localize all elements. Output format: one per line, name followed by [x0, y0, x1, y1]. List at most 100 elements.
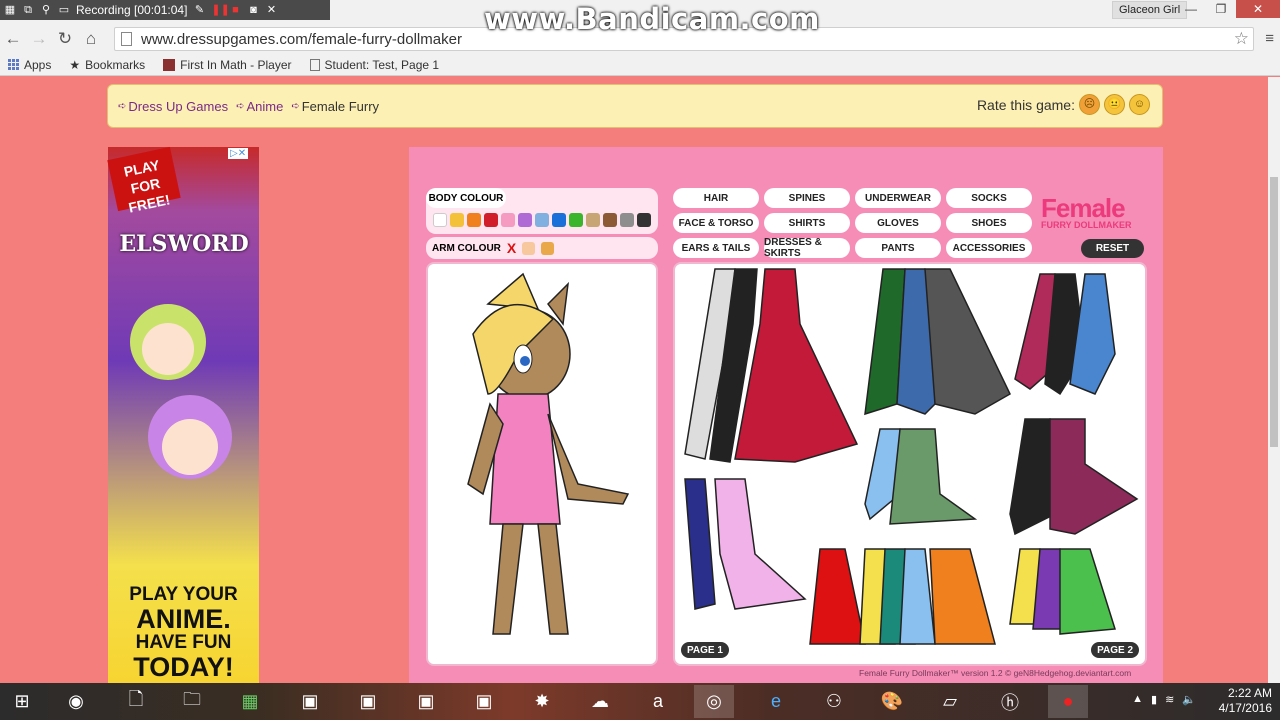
body-colour-swatch[interactable] [484, 213, 498, 227]
body-colour-swatch[interactable] [620, 213, 634, 227]
close-button[interactable]: ✕ [1236, 0, 1280, 18]
window-icon[interactable]: ▦ [4, 4, 16, 16]
body-colour-swatch[interactable] [467, 213, 481, 227]
arm-swatch[interactable] [522, 241, 536, 255]
camera-app-icon: ◉ [68, 691, 84, 711]
breadcrumb-anime[interactable]: Anime [246, 99, 283, 114]
taskbar-game-3[interactable]: ▣ [406, 685, 446, 718]
bookmark-first-in-math[interactable]: First In Math - Player [163, 58, 292, 72]
taskbar-paint[interactable]: 🎨 [872, 685, 912, 718]
rate-label: Rate this game: [976, 96, 1075, 113]
chrome-icon: ◎ [706, 691, 722, 711]
apps-icon [8, 59, 19, 70]
category-shoes[interactable]: SHOES [946, 213, 1032, 233]
page-2-button[interactable]: PAGE 2 [1091, 642, 1139, 658]
breadcrumb-dress-up-games[interactable]: Dress Up Games [128, 99, 228, 114]
bookmark-student[interactable]: Student: Test, Page 1 [309, 58, 439, 72]
category-ears-tails[interactable]: EARS & TAILS [673, 238, 759, 258]
taskbar-store[interactable]: ▦ [230, 685, 270, 718]
body-colour-swatch[interactable] [586, 213, 600, 227]
arm-colour-clear[interactable]: X [507, 240, 516, 256]
taskbar-app-book[interactable]: ▱ [930, 685, 970, 718]
bookmarks-bar: Apps ★ Bookmarks First In Math - Player S… [0, 54, 1280, 76]
taskbar-chrome[interactable]: ◎ [694, 685, 734, 718]
category-hair[interactable]: HAIR [673, 188, 759, 208]
advertisement[interactable]: PLAY FOR FREE! ELSWORD PLAY YOUR ANIME. … [107, 146, 259, 683]
category-dresses-skirts[interactable]: DRESSES & SKIRTS [764, 237, 850, 259]
home-icon[interactable]: ⌂ [78, 29, 104, 49]
wifi-icon[interactable]: ≋ [1165, 693, 1174, 706]
reload-icon[interactable]: ↻ [52, 29, 78, 49]
taskbar: ⊞ ◉ 🗋 🗀 ▦ ▣ ▣ ▣ ▣ ✸ ☁ a ◎ e ⚇ 🎨 ▱ ⓗ ● ▲ … [0, 683, 1280, 720]
body-colour-swatch[interactable] [518, 213, 532, 227]
taskbar-game-4[interactable]: ▣ [464, 685, 504, 718]
neutral-face-icon[interactable]: 😐 [1104, 94, 1125, 115]
volume-icon[interactable]: 🔈 [1182, 693, 1196, 706]
pencil-icon[interactable]: ✎ [193, 4, 205, 16]
search-icon[interactable]: ⚲ [40, 4, 52, 16]
close-recording-icon[interactable]: ✕ [265, 4, 277, 16]
category-spines[interactable]: SPINES [764, 188, 850, 208]
category-shirts[interactable]: SHIRTS [764, 213, 850, 233]
stop-icon[interactable]: ■ [229, 4, 241, 16]
clock[interactable]: 2:22 AM 4/17/2016 [1219, 686, 1272, 716]
arm-swatch[interactable] [541, 241, 555, 255]
taskbar-amazon[interactable]: a [638, 685, 678, 718]
menu-icon[interactable]: ≡ [1265, 30, 1274, 47]
category-underwear[interactable]: UNDERWEAR [855, 188, 941, 208]
body-colour-swatch[interactable] [535, 213, 549, 227]
sad-face-icon[interactable]: ☹ [1079, 94, 1100, 115]
furry-character [467, 272, 630, 635]
category-face-torso[interactable]: FACE & TORSO [673, 213, 759, 233]
game-icon: ▣ [301, 691, 319, 711]
minimize-button[interactable]: — [1176, 0, 1206, 18]
page-1-button[interactable]: PAGE 1 [681, 642, 729, 658]
body-colour-swatch[interactable] [552, 213, 566, 227]
category-socks[interactable]: SOCKS [946, 188, 1032, 208]
body-colour-swatch[interactable] [450, 213, 464, 227]
taskbar-game-2[interactable]: ▣ [348, 685, 388, 718]
body-colour-swatch[interactable] [603, 213, 617, 227]
forward-arrow-icon[interactable]: → [26, 29, 52, 49]
body-colour-swatch[interactable] [637, 213, 651, 227]
taskbar-app-2[interactable]: 🗋 [116, 685, 156, 718]
dollmaker-game[interactable]: BODY COLOUR ARM COLOUR X HAIR SPINES UND… [409, 147, 1163, 683]
category-gloves[interactable]: GLOVES [855, 213, 941, 233]
bookmark-apps[interactable]: Apps [8, 58, 51, 72]
bookmark-bookmarks[interactable]: ★ Bookmarks [69, 58, 145, 72]
taskbar-ie[interactable]: e [756, 685, 796, 718]
star-icon[interactable]: ☆ [1234, 29, 1249, 49]
pause-icon[interactable]: ❚❚ [211, 4, 229, 16]
category-accessories[interactable]: ACCESSORIES [946, 238, 1032, 258]
clothes-panel: PAGE 1 PAGE 2 [673, 262, 1147, 666]
clothing-items [684, 268, 1139, 645]
camera-icon[interactable]: ◙ [247, 4, 259, 16]
taskbar-onedrive[interactable]: ☁ [580, 685, 620, 718]
taskbar-file-explorer[interactable]: 🗀 [172, 685, 212, 718]
ad-close-icon[interactable]: ▷✕ [228, 148, 249, 159]
screen-icon[interactable]: ▭ [58, 4, 70, 16]
taskbar-hp[interactable]: ⓗ [990, 685, 1030, 718]
taskbar-bandicam[interactable]: ● [1048, 685, 1088, 718]
scrollbar[interactable] [1268, 77, 1280, 683]
taskbar-app-101[interactable]: ⚇ [814, 685, 854, 718]
chevron-up-icon[interactable]: ▲ [1132, 693, 1143, 706]
back-arrow-icon[interactable]: ← [0, 29, 26, 49]
body-colour-swatch[interactable] [433, 213, 447, 227]
restore-button[interactable]: ❐ [1206, 0, 1236, 18]
taskbar-game-1[interactable]: ▣ [290, 685, 330, 718]
game-logo: Female FURRY DOLLMAKER [1041, 193, 1132, 230]
reset-button[interactable]: RESET [1081, 239, 1144, 258]
pants-gray [924, 268, 1011, 415]
body-colour-swatch[interactable] [501, 213, 515, 227]
happy-face-icon[interactable]: ☺ [1129, 94, 1150, 115]
battery-icon[interactable]: ▮ [1151, 693, 1157, 706]
fullscreen-icon[interactable]: ⧉ [22, 4, 34, 16]
scrollbar-thumb[interactable] [1270, 177, 1278, 447]
dress-plum [1049, 418, 1139, 535]
taskbar-app-1[interactable]: ◉ [56, 685, 96, 718]
taskbar-app-paint[interactable]: ✸ [522, 685, 562, 718]
body-colour-swatch[interactable] [569, 213, 583, 227]
category-pants[interactable]: PANTS [855, 238, 941, 258]
start-button[interactable]: ⊞ [2, 685, 42, 718]
